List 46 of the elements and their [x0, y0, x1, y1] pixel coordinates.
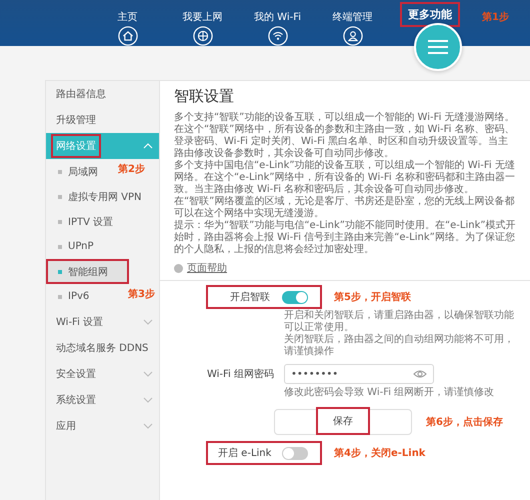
nav-tab[interactable]: 我的 Wi-Fi: [240, 0, 315, 46]
toggle-switch[interactable]: [282, 290, 308, 304]
sidebar-item[interactable]: 安全设置: [46, 361, 159, 387]
sidebar-subitem[interactable]: IPTV 设置: [46, 209, 159, 234]
toggle-switch[interactable]: [282, 446, 308, 460]
step-note: 第2步: [118, 162, 145, 176]
nav-tab[interactable]: 我要上网: [165, 0, 240, 46]
sidebar-item[interactable]: 系统设置: [46, 387, 159, 413]
sidebar-item[interactable]: Wi-Fi 设置: [46, 309, 159, 335]
step-note: 第1步: [482, 10, 509, 24]
wifi-icon: [266, 26, 288, 46]
more-features-link[interactable]: 更多功能: [402, 4, 458, 25]
sidebar-item[interactable]: 路由器信息: [46, 81, 159, 107]
save-button[interactable]: 保存: [318, 409, 368, 433]
user-icon: [342, 26, 364, 46]
help-link[interactable]: 页面帮助: [187, 261, 227, 275]
menu-button[interactable]: [414, 23, 462, 71]
step-note: 第4步，关闭e-Link: [334, 446, 426, 460]
description-text: 提示：华为“智联”功能与电信“e-Link”功能不能同时使用。在“e-Link”模式开始时，路由器将会上报 Wi-Fi 信号到主路由来完善“e-Link”网络。为了保证您的个人隐私，上报的信息将会经过加密处理。: [174, 220, 517, 256]
hint-text: 修改此密码会导致 Wi-Fi 组网断开，请谨慎修改: [283, 387, 496, 399]
globe-icon: [192, 26, 214, 46]
sidebar-item[interactable]: 动态域名服务 DDNS: [46, 335, 159, 361]
description-text: 在“智联”网络覆盖的区域，无论是客厅、书房还是卧室，您的无线上网设备都可以在这个网络中实现无缝漫游。: [174, 196, 516, 220]
sidebar-item[interactable]: 升级管理: [46, 107, 159, 133]
step-note: 第5步，开启智联: [334, 290, 411, 304]
step-note: 第3步: [128, 288, 155, 301]
home-icon: [116, 26, 138, 46]
menu-icon: [427, 39, 449, 55]
nav-tab[interactable]: 终端管理: [315, 0, 390, 46]
password-field[interactable]: ••••••••: [284, 364, 434, 384]
sidebar-subitem[interactable]: 虚拟专用网 VPN: [46, 184, 159, 209]
field-label: Wi-Fi 组网密码: [206, 368, 274, 381]
setting-label: 开启 e-Link: [218, 446, 270, 460]
page-title: 智联设置: [174, 87, 235, 106]
eye-icon[interactable]: [413, 369, 427, 379]
sidebar-subitem[interactable]: 智能组网: [46, 259, 129, 284]
setting-label: 开启智联: [229, 290, 270, 304]
hint-text: 关闭智联后，路由器之间的自动组网功能将不可用，请谨慎操作: [284, 334, 515, 358]
sidebar-subitem[interactable]: UPnP: [46, 234, 159, 259]
description-text: 多个支持“智联”功能的设备互联，可以组成一个智能的 Wi-Fi 无缝漫游网络。在这个“智联”网络中，所有设备的参数和主路由一致，如 Wi-Fi 名称、密码、登录密码、Wi-Fi 定时关闭、Wi-Fi 黑白名单、时区和自动升级设置等。当主路由修改设备参数时，其余设备可自动同步修改。: [174, 112, 516, 160]
description-text: 多个支持中国电信“e-Link”功能的设备互联，可以组成一个智能的 Wi-Fi 无缝网络。在这个“e-Link”网络中，所有设备的 Wi-Fi 名称和密码都和主路由器一致。当主路由修改 Wi-Fi 名称和密码后，其余设备可自动同步修改。: [174, 160, 516, 196]
sidebar-item[interactable]: 应用: [46, 413, 159, 439]
step-note: 第6步，点击保存: [426, 416, 503, 429]
help-icon: [174, 264, 183, 272]
nav-tab[interactable]: 主页: [90, 0, 165, 46]
hint-text: 开启和关闭智联后，请重启路由器，以确保智联功能可以正常使用。: [284, 310, 515, 334]
